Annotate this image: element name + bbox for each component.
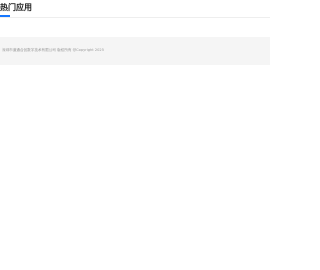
section-title: 热门应用 [0, 3, 32, 12]
footer: 深圳市道通合创数字技术有限公司 版权所有 @Copyright 2025 [0, 37, 270, 65]
active-tab-indicator [0, 15, 10, 17]
page: 热门应用 深圳市道通合创数字技术有限公司 版权所有 @Copyright 202… [0, 0, 270, 270]
footer-copyright: 深圳市道通合创数字技术有限公司 版权所有 @Copyright 2025 [2, 48, 105, 52]
section-header: 热门应用 [0, 0, 270, 18]
